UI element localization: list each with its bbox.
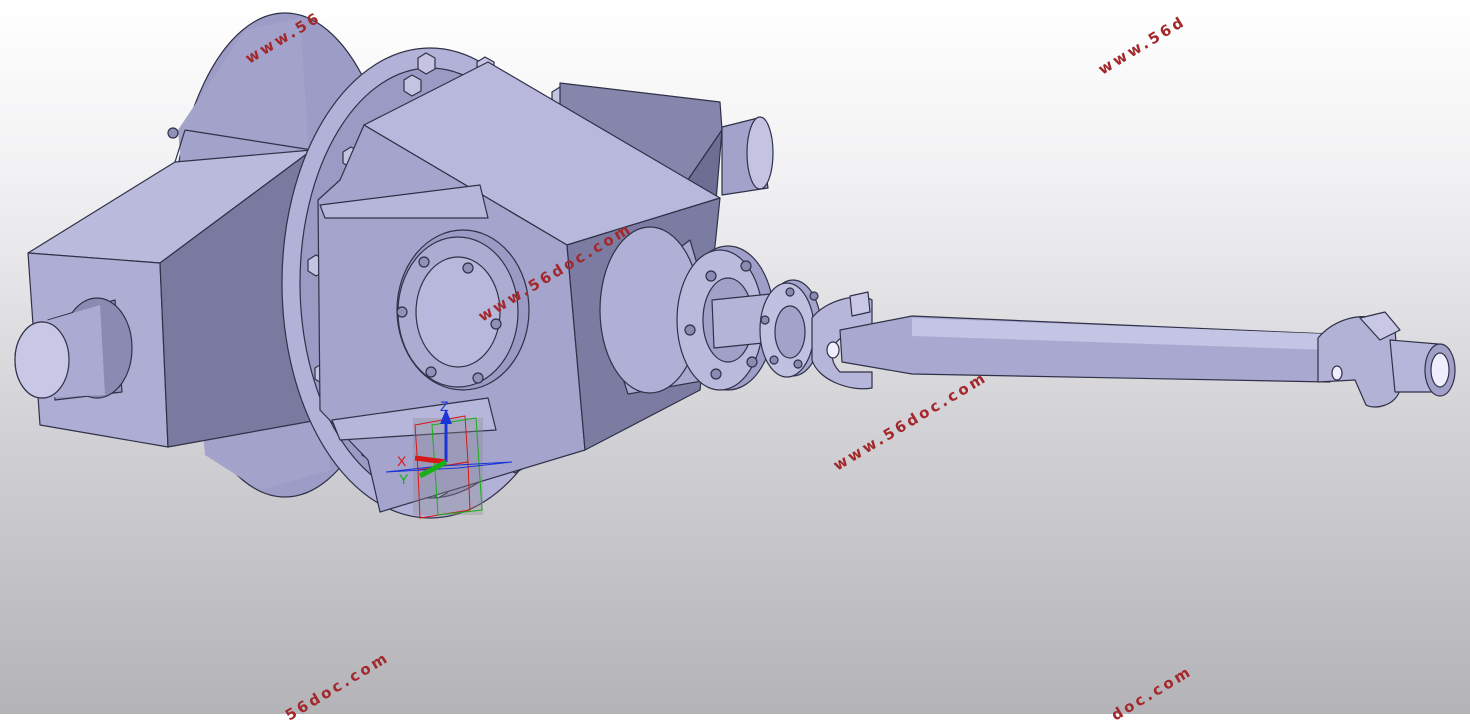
y-axis-label: Y [399, 471, 409, 487]
universal-joint-rear [1317, 311, 1456, 408]
axle-assembly[interactable] [14, 12, 1456, 519]
model-canvas[interactable]: Z X Y [0, 0, 1470, 714]
housing-left-block [27, 129, 319, 448]
drive-shaft [839, 315, 1331, 383]
x-axis-label: X [397, 453, 407, 469]
output-shaft-right [721, 116, 774, 196]
z-axis-label: Z [440, 398, 449, 414]
cad-viewport[interactable]: Z X Y www.56 www.56d www.56doc.com www.5… [0, 0, 1470, 724]
